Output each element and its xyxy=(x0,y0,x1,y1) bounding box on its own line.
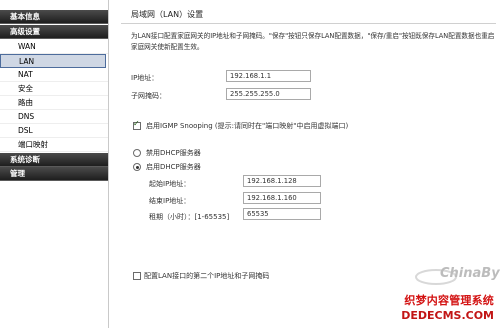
subnet-mask-label: 子网掩码： xyxy=(131,92,166,100)
sidebar-item-routing[interactable]: 路由 xyxy=(0,96,108,110)
title-divider xyxy=(121,23,496,24)
sidebar-item-dns[interactable]: DNS xyxy=(0,110,108,124)
page-title: 局域网（LAN）设置 xyxy=(131,10,204,19)
sidebar-item-security[interactable]: 安全 xyxy=(0,82,108,96)
sidebar-item-port-mapping[interactable]: 端口映射 xyxy=(0,138,108,152)
sidebar: 基本信息 高级设置 WAN LAN NAT 安全 路由 DNS DSL 端口映射… xyxy=(0,0,109,328)
sidebar-item-wan[interactable]: WAN xyxy=(0,40,108,54)
lease-time-label: 租期（小时）：[1-65535] xyxy=(149,213,230,221)
watermark-line2: DEDECMS.COM xyxy=(401,309,494,322)
start-ip-input[interactable] xyxy=(243,175,321,187)
sidebar-group-management[interactable]: 管理 xyxy=(0,167,108,181)
start-ip-label: 起始IP地址： xyxy=(149,180,191,188)
second-ip-label: 配置LAN接口的第二个IP地址和子网掩码 xyxy=(144,272,270,280)
sidebar-item-nat[interactable]: NAT xyxy=(0,68,108,82)
dhcp-enable-radio[interactable] xyxy=(133,163,141,171)
dhcp-enable-label: 启用DHCP服务器 xyxy=(146,163,201,171)
watermark-logo-text: ChinaByte xyxy=(440,266,500,281)
lease-time-input[interactable] xyxy=(243,208,321,220)
dhcp-disable-radio[interactable] xyxy=(133,149,141,157)
end-ip-label: 结束IP地址： xyxy=(149,197,191,205)
watermark-line1: 织梦内容管理系统 xyxy=(404,294,494,307)
subnet-mask-input[interactable] xyxy=(226,88,311,100)
ip-address-label: IP地址： xyxy=(131,74,159,82)
sidebar-item-lan[interactable]: LAN xyxy=(0,54,106,68)
sidebar-group-basic-info[interactable]: 基本信息 xyxy=(0,10,108,24)
igmp-snooping-checkbox[interactable] xyxy=(133,119,141,130)
sidebar-group-diagnostics[interactable]: 系统诊断 xyxy=(0,153,108,167)
dhcp-disable-label: 禁用DHCP服务器 xyxy=(146,149,201,157)
igmp-snooping-label: 启用IGMP Snooping (提示:请同时在"端口映射"中启用虚拟端口) xyxy=(146,122,349,130)
sidebar-group-advanced[interactable]: 高级设置 xyxy=(0,25,108,39)
end-ip-input[interactable] xyxy=(243,192,321,204)
ip-address-input[interactable] xyxy=(226,70,311,82)
sidebar-item-dsl[interactable]: DSL xyxy=(0,124,108,138)
page-description: 为LAN接口配置家庭网关的IP地址和子网掩码。"保存"按钮只保存LAN配置数据，… xyxy=(131,32,495,51)
second-ip-checkbox[interactable] xyxy=(133,272,141,280)
